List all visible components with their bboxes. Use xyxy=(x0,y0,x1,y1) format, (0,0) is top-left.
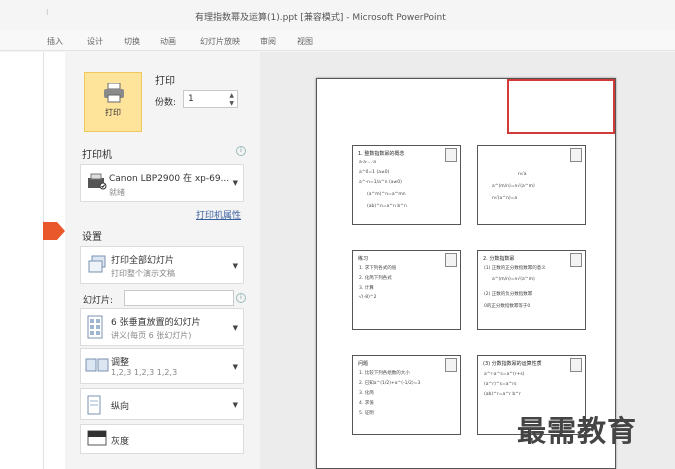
tab-review[interactable]: 审阅 xyxy=(260,36,276,47)
selected-arrow-icon xyxy=(43,222,65,240)
printer-properties-link[interactable]: 打印机属性 xyxy=(196,208,241,221)
tab-slideshow[interactable]: 幻灯片放映 xyxy=(200,36,240,47)
collate-main: 调整 xyxy=(111,358,130,368)
color-main: 灰度 xyxy=(111,437,130,447)
window-title: 有理指数幂及运算(1).ppt [兼容模式] - Microsoft Power… xyxy=(195,13,446,23)
slides-input[interactable] xyxy=(124,290,234,306)
slide-corner-icon xyxy=(445,148,457,162)
printer-status: 就绪 xyxy=(109,188,125,197)
collate-dropdown[interactable]: 调整 1,2,3 1,2,3 1,2,3 ▼ xyxy=(80,348,244,384)
quick-access-icon[interactable]: ⁝ xyxy=(46,8,54,18)
copies-stepper[interactable]: 1 ▲ ▼ xyxy=(183,90,238,108)
print-range-main: 打印全部幻灯片 xyxy=(111,256,175,266)
chevron-down-icon: ▼ xyxy=(232,262,238,270)
tab-animations[interactable]: 动画 xyxy=(160,36,176,47)
tab-transitions[interactable]: 切换 xyxy=(124,36,140,47)
slide-thumb-1: 1. 整数指数幂的概念 a·a·…·a a^0=1 (a≠0) a^-n=1/a… xyxy=(352,145,461,225)
color-dropdown[interactable]: 灰度 xyxy=(80,424,244,454)
slide-thumb-5: 问题 1. 比较下列各组数的大小 2. 已知a^(1/2)+a^(-1/2)=3… xyxy=(352,355,461,435)
backstage-divider xyxy=(43,52,66,469)
copies-label: 份数: xyxy=(155,98,177,108)
layout-dropdown[interactable]: 6 张垂直放置的幻灯片 讲义(每页 6 张幻灯片) ▼ xyxy=(80,308,244,346)
tab-design[interactable]: 设计 xyxy=(87,36,103,47)
print-heading: 打印 xyxy=(155,76,175,87)
chevron-down-icon: ▼ xyxy=(232,401,238,409)
printer-heading: 打印机 xyxy=(82,150,112,161)
collate-sub: 1,2,3 1,2,3 1,2,3 xyxy=(111,368,178,377)
ribbon-tabs: 插入 设计 切换 动画 幻灯片放映 审阅 视图 xyxy=(0,30,675,51)
title-bar: ⁝ 有理指数幂及运算(1).ppt [兼容模式] - Microsoft Pow… xyxy=(0,0,675,30)
orientation-dropdown[interactable]: 纵向 ▼ xyxy=(80,388,244,420)
slide-thumb-2: n√a a^(m/n)=n√(a^m) n√(a^n)=a xyxy=(477,145,586,225)
slides-stack-icon xyxy=(88,255,106,273)
info-icon[interactable]: i xyxy=(236,146,246,156)
collate-icon xyxy=(85,358,109,372)
chevron-down-icon: ▼ xyxy=(232,179,238,187)
printer-name: Canon LBP2900 在 xp-69... xyxy=(109,174,230,184)
print-range-dropdown[interactable]: 打印全部幻灯片 打印整个演示文稿 ▼ xyxy=(80,246,244,284)
watermark: 最需教育 xyxy=(517,414,638,448)
backstage-nav xyxy=(0,52,45,469)
spin-down-icon[interactable]: ▼ xyxy=(229,100,234,107)
portrait-page-icon xyxy=(87,395,101,415)
spin-up-icon[interactable]: ▲ xyxy=(229,92,234,99)
handout-layout-icon xyxy=(87,315,103,339)
print-range-sub: 打印整个演示文稿 xyxy=(111,269,175,278)
slide-corner-icon xyxy=(445,253,457,267)
printer-icon xyxy=(104,83,124,103)
header-highlight-box xyxy=(507,79,615,134)
info-icon[interactable]: i xyxy=(236,293,246,303)
slide-corner-icon xyxy=(570,253,582,267)
tab-view[interactable]: 视图 xyxy=(297,36,313,47)
tab-insert[interactable]: 插入 xyxy=(47,36,63,47)
printer-dropdown[interactable]: Canon LBP2900 在 xp-69... 就绪 ▼ xyxy=(80,164,244,202)
settings-heading: 设置 xyxy=(82,232,102,243)
orientation-main: 纵向 xyxy=(111,402,130,412)
slide-thumb-4: 2. 分数指数幂 (1) 正数的正分数指数幂的意义 a^(m/n)=n√(a^m… xyxy=(477,250,586,330)
layout-main: 6 张垂直放置的幻灯片 xyxy=(111,318,201,328)
layout-sub: 讲义(每页 6 张幻灯片) xyxy=(111,331,192,340)
grayscale-icon xyxy=(87,430,107,446)
slide-corner-icon xyxy=(570,148,582,162)
printer-device-icon xyxy=(88,173,107,190)
slide-corner-icon xyxy=(570,358,582,372)
chevron-down-icon: ▼ xyxy=(232,324,238,332)
slides-label: 幻灯片: xyxy=(83,296,114,306)
print-button[interactable]: 打印 xyxy=(84,72,142,132)
slide-thumb-3: 练习 1. 求下列各式的值 2. 化简下列各式 3. 计算 √(-8)^2 xyxy=(352,250,461,330)
chevron-down-icon: ▼ xyxy=(232,363,238,371)
copies-value: 1 xyxy=(188,94,194,104)
print-button-label: 打印 xyxy=(105,108,121,117)
slide-corner-icon xyxy=(445,358,457,372)
